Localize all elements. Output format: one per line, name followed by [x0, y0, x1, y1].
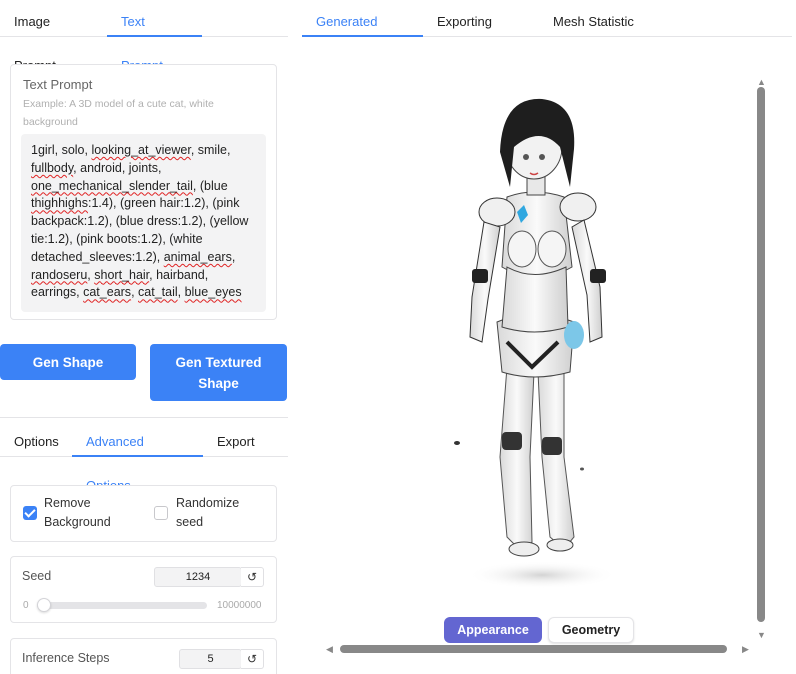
seed-slider-thumb[interactable]	[37, 598, 51, 612]
prompt-line: backpack:1.2), (blue dress:1.2), (yellow	[31, 214, 249, 229]
prompt-line: one_mechanical_slender_tail, (blue	[31, 178, 228, 193]
app-root: Image Prompt Text Prompt Text Prompt Exa…	[0, 0, 796, 674]
arrow-up-icon[interactable]: ▲	[757, 77, 766, 87]
inference-steps-label: Inference Steps	[22, 651, 110, 665]
tab-image-prompt[interactable]: Image Prompt	[0, 0, 107, 73]
reset-icon[interactable]: ↺	[241, 649, 264, 669]
seed-card: Seed 1234 ↺ 0 10000000	[10, 556, 277, 623]
tab-generated-mesh[interactable]: Generated Mesh	[302, 0, 423, 73]
gen-shape-button[interactable]: Gen Shape	[0, 344, 136, 380]
remove-background-label-line2: Background	[44, 515, 111, 529]
options-tabs: Options Advanced Options Export	[0, 420, 288, 493]
seed-slider-track[interactable]	[37, 602, 207, 609]
seed-label: Seed	[22, 569, 52, 583]
randomize-seed-checkbox[interactable]	[154, 506, 168, 520]
prompt-line: 1girl, solo, looking_at_viewer, smile,	[31, 143, 231, 157]
input-tabs: Image Prompt Text Prompt	[0, 0, 288, 73]
mesh-viewer[interactable]: ▲ ▼ ◀ ▶ Appearance Geometry	[302, 37, 792, 674]
geometry-toggle-button[interactable]: Geometry	[548, 617, 634, 643]
text-prompt-input[interactable]: 1girl, solo, looking_at_viewer, smile, f…	[21, 134, 266, 312]
randomize-seed-label-line1: Randomize	[176, 496, 240, 510]
arrow-down-icon[interactable]: ▼	[757, 630, 766, 640]
arrow-left-icon[interactable]: ◀	[326, 644, 333, 654]
randomize-seed-label-line2: seed	[176, 515, 204, 529]
remove-background-label-line1: Remove	[44, 496, 91, 510]
divider	[0, 417, 288, 418]
mesh-render[interactable]	[302, 37, 742, 607]
prompt-line: randoseru, short_hair, hairband,	[31, 267, 209, 282]
output-tabs: Generated Mesh Exporting Mesh Mesh Stati…	[302, 0, 792, 73]
remove-background-label: Remove Background	[44, 494, 111, 532]
appearance-toggle-button[interactable]: Appearance	[444, 617, 542, 643]
seed-slider-min: 0	[23, 600, 29, 611]
text-prompt-placeholder: Example: A 3D model of a cute cat, white…	[23, 98, 214, 128]
seed-input[interactable]: 1234	[154, 567, 242, 587]
floor-shadow	[467, 561, 617, 589]
prompt-line: earrings, cat_ears, cat_tail, blue_eyes	[31, 285, 242, 300]
background-options-card: Remove Background Randomize seed	[10, 485, 277, 542]
prompt-line: thighhighs:1.4), (green hair:1.2), (pink	[31, 196, 240, 211]
prompt-line: tie:1.2), (pink boots:1.2), (white	[31, 231, 203, 246]
gen-textured-shape-button[interactable]: Gen Textured Shape	[150, 344, 287, 401]
inference-steps-card: Inference Steps 5 ↺	[10, 638, 277, 674]
tab-mesh-statistic[interactable]: Mesh Statistic	[539, 0, 649, 37]
seed-slider-max: 10000000	[217, 600, 262, 611]
tab-options[interactable]: Options	[0, 420, 72, 457]
text-prompt-title: Text Prompt	[23, 77, 93, 92]
randomize-seed-label: Randomize seed	[176, 494, 239, 532]
reset-icon[interactable]: ↺	[241, 567, 264, 587]
inference-steps-input[interactable]: 5	[179, 649, 242, 669]
arrow-right-icon[interactable]: ▶	[742, 644, 749, 654]
prompt-line: detached_sleeves:1.2), animal_ears,	[31, 249, 236, 264]
tab-exporting-mesh[interactable]: Exporting Mesh	[423, 0, 539, 73]
tab-advanced-options[interactable]: Advanced Options	[72, 420, 203, 493]
text-prompt-card: Text Prompt Example: A 3D model of a cut…	[10, 64, 277, 320]
horizontal-scrollbar[interactable]	[340, 645, 727, 653]
prompt-line: fullbody, android, joints,	[31, 160, 162, 175]
remove-background-checkbox[interactable]	[23, 506, 37, 520]
left-panel: Image Prompt Text Prompt Text Prompt Exa…	[0, 0, 288, 674]
tab-export[interactable]: Export	[203, 420, 269, 457]
tab-text-prompt[interactable]: Text Prompt	[107, 0, 202, 73]
vertical-scrollbar[interactable]	[757, 87, 765, 622]
